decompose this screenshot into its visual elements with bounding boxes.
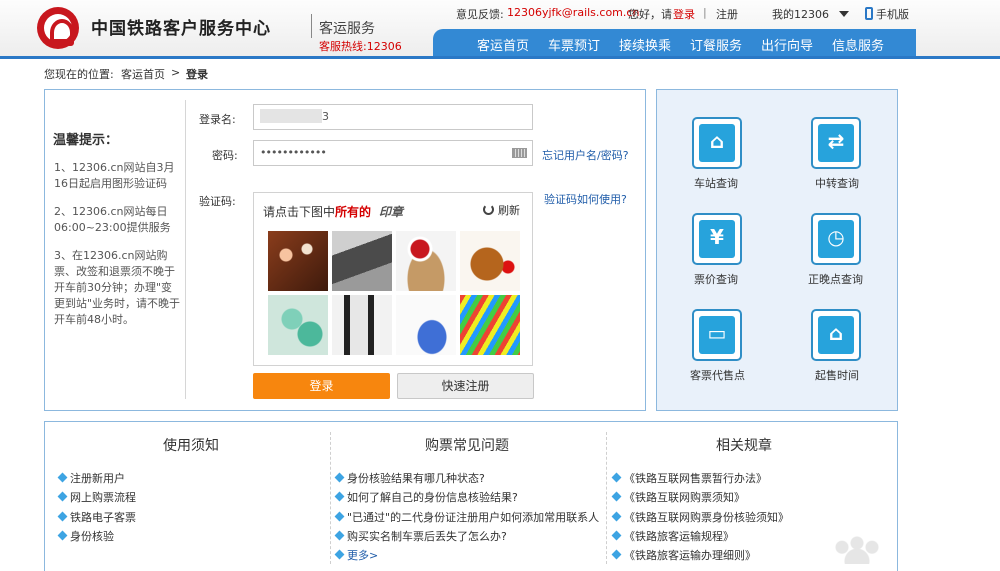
captcha-help-link[interactable]: 验证码如何使用? <box>544 191 627 207</box>
breadcrumb-prefix: 您现在的位置: <box>44 68 114 81</box>
service-label: 正晚点查询 <box>808 273 863 286</box>
quick-register-button[interactable]: 快速注册 <box>397 373 534 399</box>
nav-item-ticket-booking[interactable]: 车票预订 <box>548 35 600 54</box>
station-icon: ⌂ <box>692 117 742 169</box>
brand-title: 中国铁路客户服务中心 <box>91 19 271 39</box>
refresh-icon <box>483 204 494 215</box>
column-divider <box>606 432 607 564</box>
captcha-widget: 请点击下图中所有的 印章 刷新 <box>253 192 533 366</box>
nav-item-info[interactable]: 信息服务 <box>832 35 884 54</box>
header-divider <box>0 56 1000 59</box>
stopwatch-icon: ◷ <box>811 213 861 265</box>
brand-divider <box>311 14 312 38</box>
tip-item: 1、12306.cn网站自3月16日起启用图形验证码 <box>54 161 175 190</box>
captcha-image-7[interactable] <box>396 295 456 355</box>
chevron-down-icon <box>838 11 849 17</box>
mobile-label: 手机版 <box>876 8 909 21</box>
list-item[interactable]: 《铁路互联网售票暂行办法》 <box>613 470 767 486</box>
captcha-prompt: 请点击下图中所有的 印章 <box>263 203 403 220</box>
captcha-image-3[interactable] <box>396 231 456 291</box>
tips-title: 温馨提示： <box>53 133 119 148</box>
forgot-password-link[interactable]: 忘记用户名/密码? <box>542 147 629 163</box>
magnifier-yen-icon: ¥ <box>692 213 742 265</box>
captcha-image-8[interactable] <box>460 295 520 355</box>
breadcrumb-current: 登录 <box>186 68 208 81</box>
tip-item: 3、在12306.cn网站购票、改签和退票须不晚于开车前30分钟；办理"变更到站… <box>54 249 181 326</box>
login-link[interactable]: 登录 <box>673 6 695 22</box>
greeting-text: 您好，请 <box>628 8 672 21</box>
username-blur <box>260 109 322 123</box>
captcha-label: 验证码: <box>199 195 236 208</box>
tip-item: 2、12306.cn网站每日06:00~23:00提供服务 <box>54 205 171 234</box>
username-input[interactable]: 3 <box>253 104 533 130</box>
keyboard-icon[interactable] <box>512 148 527 158</box>
captcha-image-6[interactable] <box>332 295 392 355</box>
list-item[interactable]: 身份核验结果有哪几种状态? <box>336 470 485 486</box>
feedback-email-link[interactable]: 12306yjfk@rails.com.cn <box>507 6 639 19</box>
captcha-refresh-button[interactable]: 刷新 <box>483 202 520 218</box>
breadcrumb-sep: > <box>171 66 181 79</box>
phone-icon <box>865 7 873 20</box>
list-item[interactable]: 《铁路旅客运输办理细则》 <box>613 547 756 563</box>
paw-decoration-icon <box>832 536 882 564</box>
captcha-image-2[interactable] <box>332 231 392 291</box>
list-item[interactable]: 《铁路互联网购票身份核验须知》 <box>613 509 789 525</box>
more-link[interactable]: 更多> <box>336 547 378 563</box>
nav-item-meal[interactable]: 订餐服务 <box>690 35 742 54</box>
captcha-image-4[interactable] <box>460 231 520 291</box>
username-label: 登录名: <box>199 113 236 126</box>
ticket-icon: ▭ <box>692 309 742 361</box>
captcha-image-1[interactable] <box>268 231 328 291</box>
main-nav: 客运首页 车票预订 接续换乘 订餐服务 出行向导 信息服务 <box>433 29 916 56</box>
hotline: 客服热线:12306 <box>319 40 402 53</box>
captcha-prompt-text: 请点击下图中 <box>263 205 336 219</box>
feedback-label: 意见反馈: <box>456 8 504 21</box>
railway-logo[interactable] <box>37 7 79 49</box>
nav-item-transfer[interactable]: 接续换乘 <box>619 35 671 54</box>
list-item[interactable]: 网上购票流程 <box>59 489 136 505</box>
service-label: 中转查询 <box>815 177 859 190</box>
service-label: 客票代售点 <box>690 369 745 382</box>
password-value: •••••••••••• <box>260 146 327 159</box>
captcha-prompt-emph: 所有的 <box>335 205 372 219</box>
my12306-label: 我的12306 <box>772 8 829 21</box>
service-label: 车站查询 <box>694 177 738 190</box>
username-value: 3 <box>322 110 329 123</box>
captcha-image-5[interactable] <box>268 295 328 355</box>
list-item[interactable]: "已通过"的二代身份证注册用户如何添加常用联系人 <box>336 509 599 525</box>
list-item[interactable]: 《铁路互联网购票须知》 <box>613 489 745 505</box>
breadcrumb-home[interactable]: 客运首页 <box>121 66 165 82</box>
my12306-menu[interactable]: 我的12306 <box>772 6 849 22</box>
transfer-icon: ⇄ <box>811 117 861 169</box>
column-title-regulations: 相关规章 <box>716 438 772 454</box>
list-item[interactable]: 购买实名制车票后丢失了怎么办? <box>336 528 507 544</box>
list-item[interactable]: 《铁路旅客运输规程》 <box>613 528 734 544</box>
header: 中国铁路客户服务中心 客运服务 客服热线:12306 意见反馈: 12306yj… <box>0 0 1000 56</box>
captcha-target: 印章 <box>379 205 404 219</box>
subtitle: 客运服务 <box>319 21 375 37</box>
service-label: 票价查询 <box>694 273 738 286</box>
register-link[interactable]: 注册 <box>716 6 738 22</box>
password-label: 密码: <box>212 149 238 162</box>
column-divider <box>330 432 331 564</box>
list-item[interactable]: 铁路电子客票 <box>59 509 136 525</box>
list-item[interactable]: 如何了解自己的身份信息核验结果? <box>336 489 518 505</box>
topbar-divider: | <box>703 6 707 19</box>
column-title-faq: 购票常见问题 <box>425 438 509 454</box>
list-item[interactable]: 身份核验 <box>59 528 114 544</box>
password-input[interactable]: •••••••••••• <box>253 140 533 166</box>
login-button[interactable]: 登录 <box>253 373 390 399</box>
nav-item-home[interactable]: 客运首页 <box>477 35 529 54</box>
list-item[interactable]: 注册新用户 <box>59 470 125 486</box>
refresh-label: 刷新 <box>498 204 520 217</box>
service-label: 起售时间 <box>815 369 859 382</box>
column-title-usage: 使用须知 <box>163 438 219 454</box>
nav-item-travel-guide[interactable]: 出行向导 <box>761 35 813 54</box>
station-clock-icon: ⌂ <box>811 309 861 361</box>
mobile-link[interactable]: 手机版 <box>865 6 909 22</box>
panel-divider <box>185 100 186 399</box>
